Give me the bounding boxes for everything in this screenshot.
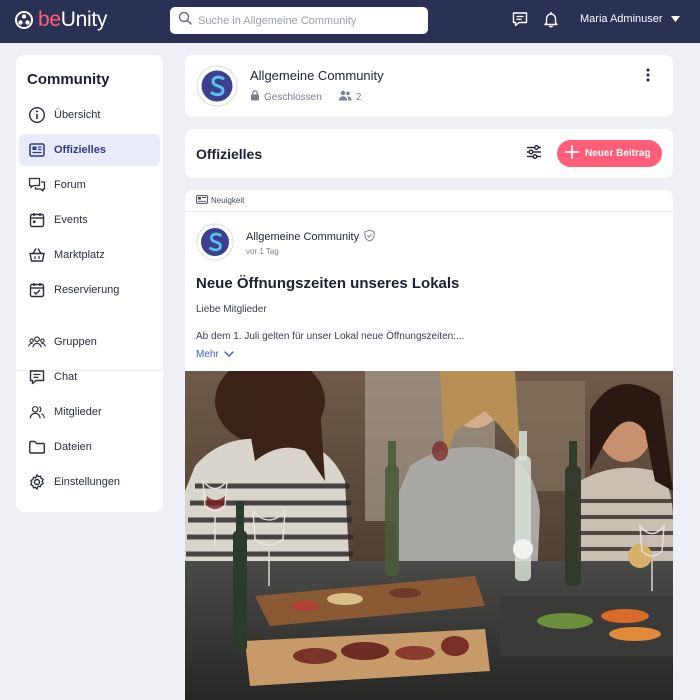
sidebar-item-dateien[interactable]: Dateien xyxy=(19,431,160,463)
post-timestamp: vor 1 Tag xyxy=(246,247,279,256)
sidebar-item-chat[interactable]: Chat xyxy=(19,361,160,393)
section-header-card: Offizielles Neuer Beitrag xyxy=(185,129,673,178)
read-more-label: Mehr xyxy=(196,349,219,360)
sidebar-item-label: Offizielles xyxy=(54,144,106,156)
sidebar-item-label: Reservierung xyxy=(54,284,120,296)
community-sidebar: Community Übersicht Offizielles Forum Ev… xyxy=(16,55,163,512)
community-logo xyxy=(196,65,238,107)
community-header-card: Allgemeine Community Geschlossen 2 xyxy=(185,55,673,117)
messages-button[interactable] xyxy=(510,11,530,31)
sidebar-item-mitglieder[interactable]: Mitglieder xyxy=(19,396,160,428)
plus-icon xyxy=(565,145,579,162)
brand-name: beUnity xyxy=(38,8,108,31)
members-count-icon xyxy=(338,90,352,104)
section-title: Offizielles xyxy=(196,146,263,162)
post-author[interactable]: Allgemeine Community xyxy=(246,229,376,245)
beunity-logo-icon xyxy=(14,10,34,30)
chevron-down-icon xyxy=(224,349,234,360)
post-image[interactable] xyxy=(185,356,673,700)
new-post-label: Neuer Beitrag xyxy=(585,148,651,159)
community-meta: Geschlossen 2 xyxy=(250,90,361,104)
community-options-button[interactable] xyxy=(640,68,656,86)
forum-icon xyxy=(28,176,46,194)
user-name: Maria Adminuser xyxy=(580,13,663,25)
info-icon xyxy=(28,106,46,124)
sidebar-item-forum[interactable]: Forum xyxy=(19,169,160,201)
post-tag-label: Neuigkeit xyxy=(211,196,245,205)
post-body-greeting: Liebe Mitglieder xyxy=(196,304,267,315)
sidebar-item-label: Chat xyxy=(54,371,78,383)
sidebar-item-label: Events xyxy=(54,214,88,226)
sidebar-item-label: Einstellungen xyxy=(54,476,121,488)
chevron-down-icon xyxy=(670,13,680,25)
sidebar-item-label: Gruppen xyxy=(54,336,97,348)
post-author-avatar[interactable] xyxy=(196,223,234,261)
beunity-logo[interactable]: beUnity xyxy=(14,9,107,30)
sidebar-item-offizielles[interactable]: Offizielles xyxy=(19,134,160,166)
sidebar-item-einstellungen[interactable]: Einstellungen xyxy=(19,466,160,498)
read-more-link[interactable]: Mehr xyxy=(196,349,234,360)
groups-icon xyxy=(28,333,46,351)
new-post-button[interactable]: Neuer Beitrag xyxy=(557,140,662,167)
post-author-name: Allgemeine Community xyxy=(246,231,360,243)
search-box[interactable] xyxy=(170,7,428,34)
post-title[interactable]: Neue Öffnungszeiten unseres Lokals xyxy=(196,275,459,292)
member-count: 2 xyxy=(355,91,362,103)
user-menu[interactable]: Maria Adminuser xyxy=(580,13,680,25)
post-category-tag: Neuigkeit xyxy=(196,195,244,206)
top-bar: beUnity Maria Adminuser xyxy=(0,0,700,43)
community-name: Allgemeine Community xyxy=(250,68,384,83)
newspaper-icon xyxy=(196,195,208,206)
sidebar-item-label: Übersicht xyxy=(54,109,101,121)
post-body-excerpt: Ab dem 1. Juli gelten für unser Lokal ne… xyxy=(196,331,465,342)
sidebar-item-label: Forum xyxy=(54,179,86,191)
sidebar-item-label: Mitglieder xyxy=(54,406,102,418)
sidebar-title: Community xyxy=(27,71,110,88)
bell-icon xyxy=(542,10,560,33)
folder-icon xyxy=(28,438,46,456)
kebab-menu-icon xyxy=(646,68,650,87)
basket-icon xyxy=(28,246,46,264)
notifications-button[interactable] xyxy=(541,11,561,31)
filter-button[interactable] xyxy=(524,144,544,164)
sidebar-item-gruppen[interactable]: Gruppen xyxy=(19,326,160,358)
gear-icon xyxy=(28,473,46,491)
sliders-icon xyxy=(526,144,542,164)
verified-badge-icon xyxy=(363,229,376,245)
sidebar-item-label: Dateien xyxy=(54,441,92,453)
newspaper-icon xyxy=(28,141,46,159)
chat-icon xyxy=(511,10,529,33)
chat-icon xyxy=(28,368,46,386)
calendar-icon xyxy=(28,211,46,229)
sidebar-item-uebersicht[interactable]: Übersicht xyxy=(19,99,160,131)
members-icon xyxy=(28,403,46,421)
search-input[interactable] xyxy=(198,14,418,27)
visibility-label: Geschlossen xyxy=(264,91,322,103)
sidebar-item-label: Marktplatz xyxy=(54,249,105,261)
search-icon xyxy=(178,11,192,30)
calendar-check-icon xyxy=(28,281,46,299)
post-header-divider xyxy=(185,211,673,212)
sidebar-item-marktplatz[interactable]: Marktplatz xyxy=(19,239,160,271)
sidebar-item-reservierung[interactable]: Reservierung xyxy=(19,274,160,306)
post-card: Neuigkeit Allgemeine Community vor 1 Tag… xyxy=(185,190,673,700)
sidebar-item-events[interactable]: Events xyxy=(19,204,160,236)
lock-icon xyxy=(250,90,260,104)
